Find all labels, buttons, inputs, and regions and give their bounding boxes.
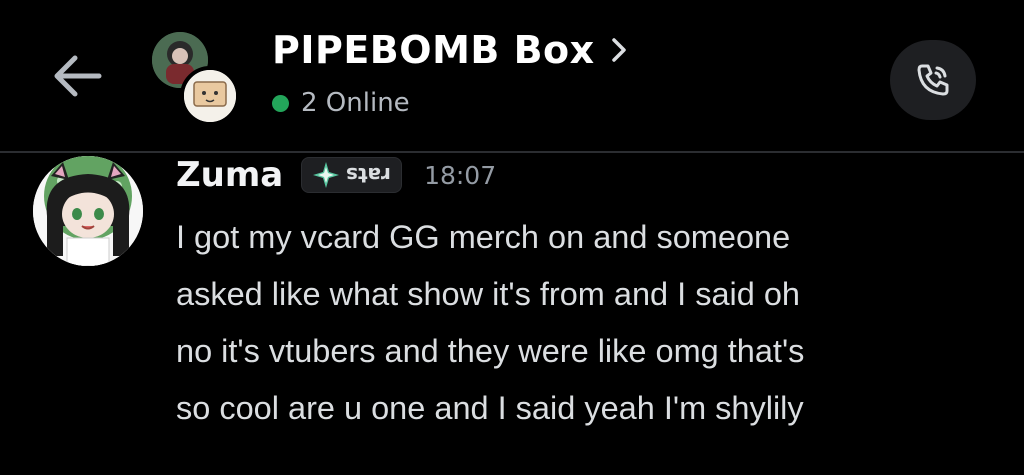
chevron-right-icon [609, 33, 631, 67]
message-line: no it's vtubers and they were like omg t… [176, 333, 805, 369]
online-count: 2 Online [301, 88, 410, 118]
group-title[interactable]: PIPEBOMB Box [272, 28, 631, 72]
group-avatar[interactable] [150, 30, 242, 126]
phone-call-icon [917, 64, 949, 96]
message-line: asked like what show it's from and I sai… [176, 276, 801, 312]
back-button[interactable] [46, 45, 108, 107]
arrow-left-icon [54, 55, 102, 97]
message-content: I got my vcard GG merch on and someone a… [176, 209, 996, 437]
message-timestamp: 18:07 [424, 160, 497, 190]
call-button[interactable] [890, 40, 976, 120]
chat-screen: PIPEBOMB Box 2 Online Zuma rats 18:07 I … [0, 0, 1024, 475]
author-name[interactable]: Zuma [176, 155, 283, 195]
online-dot-icon [272, 94, 289, 112]
online-indicator: 2 Online [272, 88, 410, 118]
user-tag[interactable]: rats [301, 157, 403, 193]
tag-label: rats [346, 163, 392, 187]
chat-header: PIPEBOMB Box 2 Online [0, 0, 1024, 151]
message-header: Zuma rats 18:07 [176, 155, 496, 195]
message-line: so cool are u one and I said yeah I'm sh… [176, 390, 804, 426]
chat-message[interactable]: Zuma rats 18:07 I got my vcard GG merch … [0, 153, 1024, 475]
group-name: PIPEBOMB Box [272, 28, 595, 72]
message-line: I got my vcard GG merch on and someone [176, 219, 791, 255]
sparkle-icon [313, 162, 340, 188]
member-avatar [180, 66, 240, 126]
author-avatar[interactable] [33, 156, 143, 266]
